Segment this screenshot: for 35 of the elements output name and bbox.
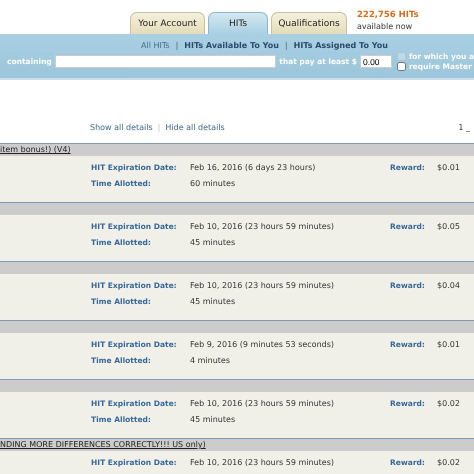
hit-count: 222,756 HITs xyxy=(357,10,419,21)
keyword-field[interactable] xyxy=(54,55,276,68)
reward-amount: $0.01 xyxy=(437,340,460,348)
separator: | xyxy=(176,41,178,50)
time-allotted: 45 minutes xyxy=(190,414,236,424)
hit-title-link[interactable]: NDING MORE DIFFERENCES CORRECTLY!!! US only) xyxy=(0,440,206,449)
expiration-date: Feb 9, 2016 (9 minutes 53 seconds) xyxy=(190,340,336,348)
expiration-date: Feb 10, 2016 (23 hours 59 minutes) xyxy=(190,458,335,466)
separator: | xyxy=(158,122,160,132)
separator: | xyxy=(284,41,288,50)
checkbox[interactable] xyxy=(396,62,406,71)
tab[interactable]: Qualifications xyxy=(271,12,347,34)
reward-amount: $0.02 xyxy=(437,398,460,408)
tab[interactable]: HITs xyxy=(208,12,268,34)
reward-amount: $0.01 xyxy=(437,162,460,172)
hit-title-link[interactable]: item bonus!) (V4) xyxy=(0,145,71,154)
min-pay-field[interactable]: 0.00 xyxy=(360,55,392,68)
details-link[interactable]: Show all details xyxy=(90,122,153,132)
hit-count-caption: available now xyxy=(357,21,414,32)
reward-amount: $0.02 xyxy=(437,458,460,466)
tab[interactable]: Your Account xyxy=(130,12,205,34)
expiration-date: Feb 10, 2016 (23 hours 59 minutes) xyxy=(190,280,335,290)
time-allotted: 45 minutes xyxy=(190,238,236,246)
page-number[interactable]: 1 _ xyxy=(458,122,470,132)
nav-link[interactable]: HITs Assigned To You xyxy=(294,41,388,50)
nav-link[interactable]: HITs Available To You xyxy=(184,41,279,50)
reward-amount: $0.05 xyxy=(437,222,460,230)
expiration-date: Feb 16, 2016 (6 days 23 hours) xyxy=(190,162,316,172)
reward-amount: $0.04 xyxy=(437,280,460,290)
time-allotted: 45 minutes xyxy=(190,296,236,306)
expiration-date: Feb 10, 2016 (23 hours 59 minutes) xyxy=(190,222,335,230)
time-allotted: 4 minutes xyxy=(190,356,232,364)
time-allotted: 60 minutes xyxy=(190,178,236,188)
details-link[interactable]: Hide all details xyxy=(165,122,225,132)
expiration-date: Feb 10, 2016 (23 hours 59 minutes) xyxy=(190,398,335,408)
